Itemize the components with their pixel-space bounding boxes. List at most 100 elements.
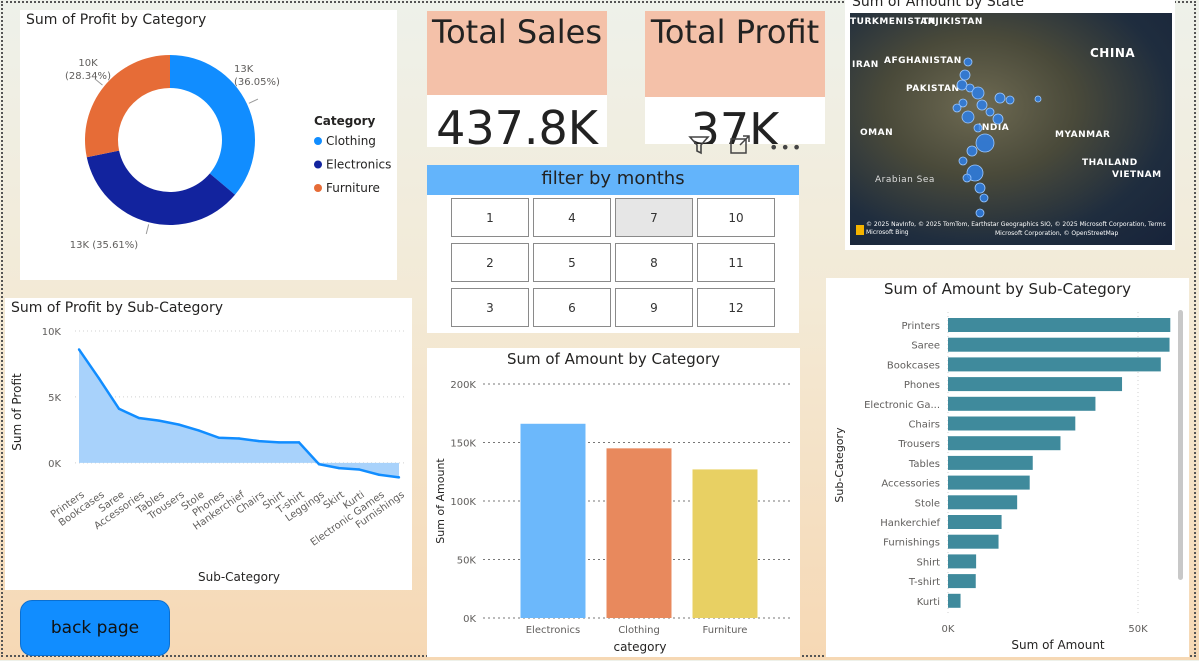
slice-data-label: 13K (35.61%) <box>70 240 138 251</box>
y-tick-label: T-shirt <box>908 577 940 588</box>
vertical-scrollbar[interactable] <box>1178 310 1183 580</box>
bar-row <box>948 495 1018 510</box>
profit-by-subcategory-area-chart: 0K5K10KPrintersBookcasesSareeAccessories… <box>10 327 407 584</box>
y-tick-label: Trousers <box>897 439 940 450</box>
x-axis-title: category <box>613 640 666 654</box>
data-point <box>377 473 381 476</box>
filter-icon[interactable] <box>688 134 710 161</box>
slice-data-label: (36.05%) <box>234 77 280 88</box>
bar-row <box>948 416 1076 431</box>
data-point <box>357 468 361 471</box>
month-button-12[interactable]: 12 <box>697 288 775 327</box>
data-point <box>217 436 221 440</box>
state-bubble <box>994 92 1006 104</box>
x-tick-label: Furniture <box>703 625 748 636</box>
data-point <box>97 377 101 380</box>
state-bubble <box>963 57 973 67</box>
chart-title: Sum of Profit by Sub-Category <box>11 300 224 316</box>
data-point <box>117 407 121 410</box>
y-tick-label: Tables <box>908 459 940 470</box>
donut-slice-electronics <box>86 150 236 225</box>
state-bubble <box>966 145 978 157</box>
data-point <box>137 416 141 420</box>
y-tick-label: 50K <box>457 556 477 567</box>
bar-row <box>948 436 1061 451</box>
month-button-11[interactable]: 11 <box>697 243 775 282</box>
map-attribution: Microsoft Corporation, © OpenStreetMap <box>995 230 1119 237</box>
more-options-icon[interactable]: ••• <box>769 138 803 157</box>
y-tick-label: Accessories <box>881 479 940 490</box>
data-point <box>197 429 201 432</box>
state-bubble <box>952 103 962 113</box>
legend-marker <box>314 137 322 145</box>
y-tick-label: 150K <box>450 439 476 450</box>
total-sales-value: 437.8K <box>427 95 607 147</box>
state-bubble <box>985 107 995 117</box>
data-point <box>397 476 401 479</box>
back-page-button[interactable]: back page <box>20 600 170 656</box>
bar-row <box>948 554 977 569</box>
chart-title: Sum of Amount by Sub-Category <box>884 280 1131 298</box>
bar-clothing <box>606 448 672 618</box>
bar-electronics <box>520 423 586 618</box>
legend-title: Category <box>314 114 376 128</box>
state-bubble <box>956 79 968 91</box>
state-bubble <box>976 99 988 111</box>
state-bubble <box>961 110 975 124</box>
month-button-2[interactable]: 2 <box>451 243 529 282</box>
state-bubble <box>979 193 989 203</box>
total-profit-title: Total Profit <box>645 11 825 97</box>
profit-by-subcategory-card: Sum of Profit by Sub-Category 0K 5K 10K Pri… <box>5 298 412 590</box>
month-button-8[interactable]: 8 <box>615 243 693 282</box>
bar-row <box>948 534 999 549</box>
state-bubble <box>975 133 995 153</box>
chart-title: Sum of Amount by State <box>852 0 1024 10</box>
month-button-9[interactable]: 9 <box>615 288 693 327</box>
month-button-7[interactable]: 7 <box>615 198 693 237</box>
profit-by-category-card: Sum of Profit by Category 13K (36.05%) 13K… <box>20 10 397 280</box>
amount-by-category-bar-chart: 0K 50K 100K 150K 200K Electronics Clothing Furn… <box>434 380 792 654</box>
bar-row <box>948 396 1096 411</box>
data-point <box>277 441 281 444</box>
slice-leader-line <box>248 98 259 104</box>
amount-by-subcategory-card: Sum of Amount by Sub-Category 0K 50K Print… <box>826 278 1189 657</box>
state-bubble <box>975 208 985 218</box>
month-button-5[interactable]: 5 <box>533 243 611 282</box>
total-sales-title: Total Sales <box>427 11 607 95</box>
y-tick-label: Printers <box>902 321 940 332</box>
data-point <box>77 348 81 351</box>
map-attribution: Microsoft Bing <box>866 229 909 236</box>
bar-row <box>948 377 1123 392</box>
y-tick-label: Hankerchief <box>880 518 940 529</box>
slice-data-label: 13K <box>234 64 254 75</box>
bar-row <box>948 455 1033 470</box>
month-button-4[interactable]: 4 <box>533 198 611 237</box>
bar-row <box>948 593 961 608</box>
month-button-3[interactable]: 3 <box>451 288 529 327</box>
legend-item: Furniture <box>326 181 380 195</box>
data-point <box>297 441 301 444</box>
profit-by-category-donut-chart: 13K (36.05%) 13K (35.61%) 10K (28.34%) Catego… <box>65 55 391 251</box>
bar-row <box>948 515 1002 529</box>
data-point <box>337 466 341 470</box>
month-filter-title: filter by months <box>427 165 799 195</box>
state-bubble <box>959 69 971 81</box>
x-axis-title: Sum of Amount <box>1011 638 1105 652</box>
legend-item: Electronics <box>326 158 391 172</box>
focus-mode-icon[interactable] <box>729 134 751 161</box>
data-point <box>317 462 321 466</box>
bar-furniture <box>692 469 758 618</box>
state-bubble <box>973 123 983 133</box>
y-tick-label: Shirt <box>917 557 941 568</box>
x-tick-label: 0K <box>942 624 955 635</box>
y-tick-label: Furnishings <box>883 538 940 549</box>
amount-by-state-map[interactable]: TURKMENISTAN TAJIKISTAN CHINA IRAN AFGHANIST… <box>850 13 1172 245</box>
amount-by-subcategory-bar-chart: 0K 50K Printers Saree Bookcases Phones Electro… <box>833 312 1171 652</box>
month-button-1[interactable]: 1 <box>451 198 529 237</box>
month-button-10[interactable]: 10 <box>697 198 775 237</box>
data-point <box>177 423 181 426</box>
chart-title: Sum of Amount by Category <box>506 350 721 368</box>
bar-row <box>948 574 976 589</box>
bar-row <box>948 318 1171 332</box>
month-button-6[interactable]: 6 <box>533 288 611 327</box>
